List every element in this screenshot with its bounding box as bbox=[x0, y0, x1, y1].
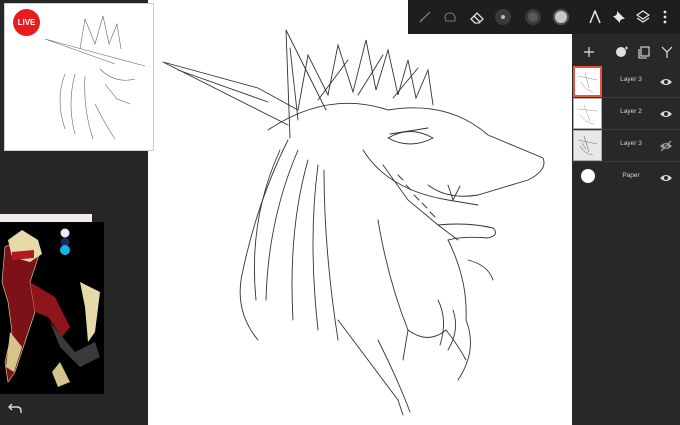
smudge-icon[interactable] bbox=[441, 8, 459, 26]
reference-thumbnail[interactable]: LIVE bbox=[4, 3, 154, 151]
layer-row[interactable]: Layer 2 bbox=[572, 98, 680, 130]
paper-color-icon bbox=[581, 169, 595, 183]
eye-icon[interactable] bbox=[659, 107, 673, 119]
color-reference-art bbox=[1, 230, 100, 387]
duplicate-icon[interactable] bbox=[635, 43, 653, 61]
eye-icon[interactable] bbox=[659, 171, 673, 183]
eye-hidden-icon[interactable] bbox=[659, 139, 673, 152]
layer-thumbnail bbox=[573, 66, 602, 97]
layer-row[interactable]: Paper bbox=[572, 162, 680, 194]
brush-size-icon[interactable] bbox=[494, 8, 512, 26]
add-layer-icon[interactable] bbox=[613, 43, 631, 61]
layers-panel: Layer 3 Layer 2 Layer 3 Paper bbox=[572, 34, 680, 425]
drawing-canvas[interactable] bbox=[148, 0, 572, 425]
layer-name: Paper bbox=[622, 172, 640, 179]
layers-icon[interactable] bbox=[634, 8, 652, 26]
top-toolbar bbox=[408, 0, 680, 34]
eraser-icon[interactable] bbox=[468, 8, 486, 26]
layer-name: Layer 3 bbox=[620, 140, 642, 147]
brush-icon[interactable] bbox=[416, 8, 434, 26]
live-badge[interactable]: LIVE bbox=[13, 9, 40, 36]
eye-icon[interactable] bbox=[659, 75, 673, 87]
merge-icon[interactable] bbox=[658, 43, 676, 61]
layer-row[interactable]: Layer 3 bbox=[572, 66, 680, 98]
pin-icon[interactable] bbox=[610, 8, 628, 26]
color-reference-image[interactable] bbox=[0, 222, 104, 394]
color-swatch[interactable] bbox=[58, 228, 72, 256]
add-icon[interactable] bbox=[580, 43, 598, 61]
layer-thumbnail bbox=[573, 98, 602, 129]
opacity-icon[interactable] bbox=[524, 8, 542, 26]
more-icon[interactable] bbox=[656, 8, 674, 26]
layer-thumbnail bbox=[573, 130, 602, 161]
line-art-drawing bbox=[162, 29, 545, 416]
ruler-icon[interactable] bbox=[586, 8, 604, 26]
layer-name: Layer 3 bbox=[620, 76, 642, 83]
undo-icon[interactable] bbox=[8, 402, 24, 416]
layer-row[interactable]: Layer 3 bbox=[572, 130, 680, 162]
layer-name: Layer 2 bbox=[620, 108, 642, 115]
color-icon[interactable] bbox=[552, 8, 570, 26]
